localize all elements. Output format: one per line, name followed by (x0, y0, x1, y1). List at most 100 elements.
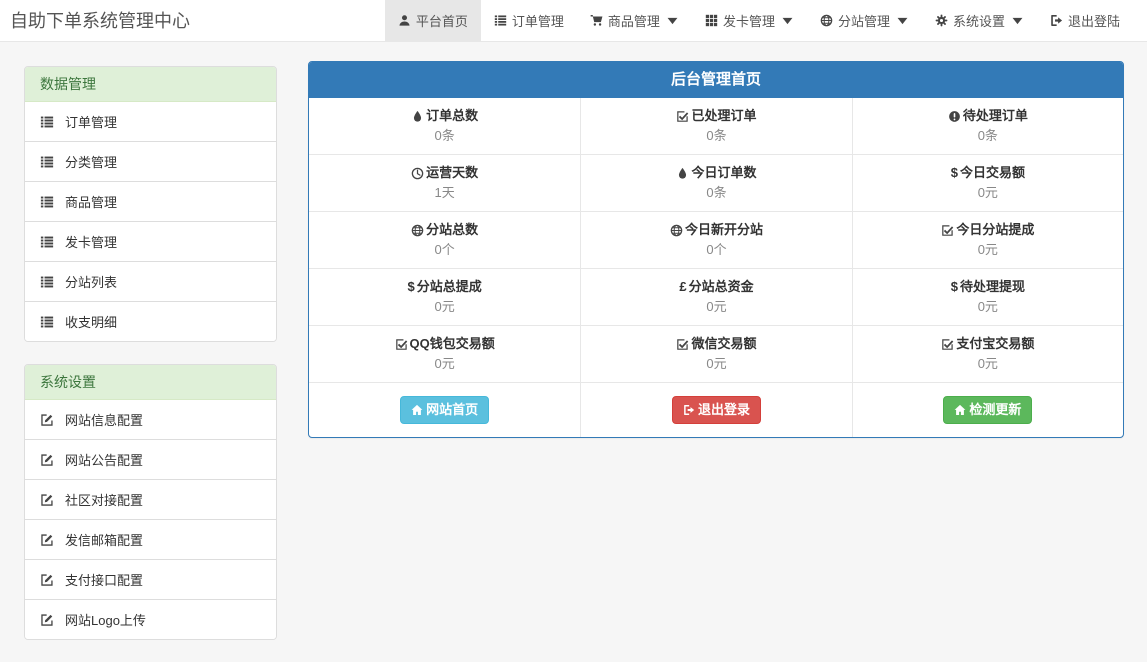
nav-item-substation-manage[interactable]: 分站管理 (807, 0, 922, 41)
sidebar-item-site-notice-config[interactable]: 网站公告配置 (25, 439, 276, 479)
stats-row: 运营天数1天今日订单数0条$今日交易额0元 (309, 154, 1123, 211)
stat-today-new-substations: 今日新开分站0个 (580, 212, 851, 268)
site-home-button[interactable]: 网站首页 (400, 396, 489, 424)
sidebar-item-label: 发信邮箱配置 (65, 530, 143, 549)
stat-label-text: 微信交易额 (691, 334, 756, 354)
stat-value: 0元 (581, 297, 851, 317)
dashboard-panel: 后台管理首页 订单总数0条已处理订单0条待处理订单0条运营天数1天今日订单数0条… (308, 61, 1124, 438)
nav-item-label: 系统设置 (953, 11, 1005, 30)
action-button-cell: 网站首页 (309, 383, 580, 437)
sidebar-item-label: 网站信息配置 (65, 410, 143, 429)
edit-icon (40, 613, 54, 627)
nav-item-logout[interactable]: 退出登陆 (1037, 0, 1133, 41)
stat-value: 0条 (581, 126, 851, 146)
signout-icon (683, 404, 695, 416)
stat-label-text: 分站总数 (426, 220, 478, 240)
stat-label: 今日分站提成 (853, 220, 1123, 240)
stat-label-text: 订单总数 (426, 106, 478, 126)
sidebar-item-label: 发卡管理 (65, 232, 117, 251)
stat-label-text: 待处理提现 (960, 277, 1025, 297)
edit-icon (40, 413, 54, 427)
sidebar-item-mail-sender-config[interactable]: 发信邮箱配置 (25, 519, 276, 559)
stat-processed-orders: 已处理订单0条 (580, 98, 851, 154)
sidebar-item-site-logo-upload[interactable]: 网站Logo上传 (25, 599, 276, 639)
check-update-button[interactable]: 检测更新 (943, 396, 1032, 424)
grid-icon (705, 14, 718, 27)
dashboard-panel-title: 后台管理首页 (309, 62, 1123, 98)
stat-label: 微信交易额 (581, 334, 851, 354)
sidebar-item-card-management[interactable]: 发卡管理 (25, 221, 276, 261)
stat-today-orders: 今日订单数0条 (580, 155, 851, 211)
sidebar-item-category-management[interactable]: 分类管理 (25, 141, 276, 181)
stat-alipay-transaction: 支付宝交易额0元 (852, 326, 1123, 382)
tint-icon (676, 167, 689, 180)
action-button-cell: 检测更新 (852, 383, 1123, 437)
nav-item-label: 退出登陆 (1068, 11, 1120, 30)
check-square-icon (395, 338, 408, 351)
stat-label: 待处理订单 (853, 106, 1123, 126)
stat-label-text: QQ钱包交易额 (410, 334, 495, 354)
top-nav: 平台首页订单管理 商品管理 发卡管理 分站管理 系统设置 退出登陆 (385, 0, 1133, 41)
stat-value: 0元 (581, 354, 851, 374)
nav-item-product-manage[interactable]: 商品管理 (577, 0, 692, 41)
stats-row: QQ钱包交易额0元微信交易额0元支付宝交易额0元 (309, 325, 1123, 382)
logout-button[interactable]: 退出登录 (672, 396, 761, 424)
sidebar-item-income-expense-detail[interactable]: 收支明细 (25, 301, 276, 341)
gbp-icon: £ (679, 277, 686, 297)
nav-item-platform-home[interactable]: 平台首页 (385, 0, 481, 41)
stats-table: 订单总数0条已处理订单0条待处理订单0条运营天数1天今日订单数0条$今日交易额0… (309, 98, 1123, 437)
sidebar-panel-data-manage: 数据管理订单管理分类管理商品管理发卡管理分站列表收支明细 (24, 66, 277, 342)
sidebar-item-substation-list[interactable]: 分站列表 (25, 261, 276, 301)
stats-row: 分站总数0个今日新开分站0个今日分站提成0元 (309, 211, 1123, 268)
stat-label-text: 分站总资金 (689, 277, 754, 297)
stat-label: 今日订单数 (581, 163, 851, 183)
list-icon (40, 195, 54, 209)
sidebar-item-label: 订单管理 (65, 112, 117, 131)
sidebar-item-product-management[interactable]: 商品管理 (25, 181, 276, 221)
sidebar-item-payment-api-config[interactable]: 支付接口配置 (25, 559, 276, 599)
stat-value: 0元 (309, 297, 580, 317)
nav-item-label: 商品管理 (608, 11, 660, 30)
sidebar-item-order-management[interactable]: 订单管理 (25, 102, 276, 141)
stat-total-orders: 订单总数0条 (309, 98, 580, 154)
sidebar-panel-title: 数据管理 (25, 67, 276, 102)
stat-value: 1天 (309, 183, 580, 203)
globe-icon (411, 224, 424, 237)
stat-pending-withdrawal: $待处理提现0元 (852, 269, 1123, 325)
edit-icon (40, 493, 54, 507)
sidebar-item-label: 网站公告配置 (65, 450, 143, 469)
stat-value: 0元 (853, 240, 1123, 260)
stats-row: $分站总提成0元£分站总资金0元$待处理提现0元 (309, 268, 1123, 325)
check-square-icon (941, 224, 954, 237)
dollar-icon: $ (951, 277, 958, 297)
stat-label: £分站总资金 (581, 277, 851, 297)
edit-icon (40, 533, 54, 547)
stat-label-text: 支付宝交易额 (956, 334, 1034, 354)
nav-item-order-manage[interactable]: 订单管理 (481, 0, 577, 41)
stat-value: 0个 (309, 240, 580, 260)
check-square-icon (941, 338, 954, 351)
stat-label: 已处理订单 (581, 106, 851, 126)
globe-icon (670, 224, 683, 237)
home-icon (954, 404, 966, 416)
sidebar-item-label: 支付接口配置 (65, 570, 143, 589)
sidebar-item-site-info-config[interactable]: 网站信息配置 (25, 400, 276, 439)
sidebar-item-community-connect-config[interactable]: 社区对接配置 (25, 479, 276, 519)
edit-icon (40, 573, 54, 587)
check-square-icon (676, 110, 689, 123)
nav-item-card-manage[interactable]: 发卡管理 (692, 0, 807, 41)
stat-label: 支付宝交易额 (853, 334, 1123, 354)
stat-value: 0条 (309, 126, 580, 146)
user-icon (398, 14, 411, 27)
action-button-label: 网站首页 (426, 402, 478, 418)
app-title: 自助下单系统管理中心 (0, 0, 205, 41)
action-buttons-row: 网站首页 退出登录 检测更新 (309, 382, 1123, 437)
sidebar-item-label: 分类管理 (65, 152, 117, 171)
edit-icon (40, 453, 54, 467)
nav-item-label: 分站管理 (838, 11, 890, 30)
stat-substation-total-commission: $分站总提成0元 (309, 269, 580, 325)
nav-item-system-settings[interactable]: 系统设置 (922, 0, 1037, 41)
action-button-cell: 退出登录 (580, 383, 851, 437)
stat-label: $待处理提现 (853, 277, 1123, 297)
list-icon (40, 115, 54, 129)
